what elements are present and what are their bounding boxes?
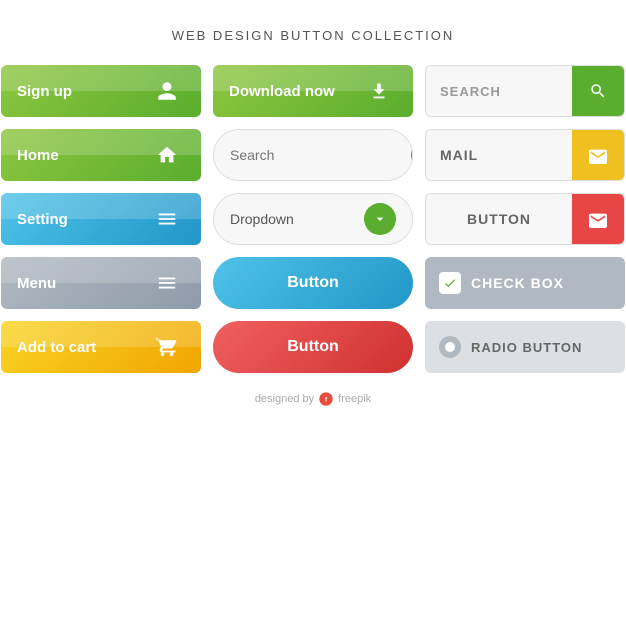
mail-label: MAIL <box>426 147 572 163</box>
setting-label: Setting <box>17 211 68 228</box>
home-button[interactable]: Home <box>1 129 201 181</box>
menu-icon <box>149 265 185 301</box>
add-to-cart-label: Add to cart <box>17 339 96 356</box>
search-icon-btn[interactable] <box>572 66 624 116</box>
footer: designed by f freepik <box>255 391 371 407</box>
home-icon <box>149 137 185 173</box>
footer-text: designed by <box>255 393 314 405</box>
menu-label: Menu <box>17 275 56 292</box>
search-button[interactable]: SEARCH <box>425 65 625 117</box>
page-title: WEB DESIGN BUTTON COLLECTION <box>172 28 455 43</box>
download-button[interactable]: Download now <box>213 65 413 117</box>
checkbox-icon <box>439 272 461 294</box>
blue-round-button[interactable]: Button <box>213 257 413 309</box>
checkbox-label: CHECK BOX <box>471 275 564 291</box>
setting-button[interactable]: Setting <box>1 193 201 245</box>
dropdown-label: Dropdown <box>230 211 364 227</box>
signup-label: Sign up <box>17 83 72 100</box>
button-red-mail[interactable]: BUTTON <box>425 193 625 245</box>
menu-button[interactable]: Menu <box>1 257 201 309</box>
search-pill[interactable] <box>213 129 413 181</box>
settings-icon <box>149 201 185 237</box>
search-input[interactable] <box>230 147 411 163</box>
button-grid: Sign up Download now SEARCH Home <box>0 65 626 373</box>
radio-inner <box>445 342 455 352</box>
freepik-icon: f <box>318 391 334 407</box>
red-round-label: Button <box>287 338 339 356</box>
home-label: Home <box>17 147 59 164</box>
red-round-button[interactable]: Button <box>213 321 413 373</box>
button-mail-icon <box>572 194 624 244</box>
user-icon <box>149 73 185 109</box>
dropdown-icon <box>364 203 396 235</box>
search-text: SEARCH <box>426 84 572 99</box>
search-circle-icon[interactable] <box>411 133 413 177</box>
download-label: Download now <box>229 83 335 100</box>
cart-icon <box>149 329 185 365</box>
dropdown-button[interactable]: Dropdown <box>213 193 413 245</box>
radio-icon <box>439 336 461 358</box>
radio-button[interactable]: RADIO BUTTON <box>425 321 625 373</box>
add-to-cart-button[interactable]: Add to cart <box>1 321 201 373</box>
checkbox-button[interactable]: CHECK BOX <box>425 257 625 309</box>
footer-brand: freepik <box>338 393 371 405</box>
blue-round-label: Button <box>287 274 339 292</box>
mail-button[interactable]: MAIL <box>425 129 625 181</box>
radio-label: RADIO BUTTON <box>471 340 582 355</box>
signup-button[interactable]: Sign up <box>1 65 201 117</box>
download-icon <box>361 73 397 109</box>
button-red-label: BUTTON <box>426 211 572 227</box>
mail-icon <box>572 130 624 180</box>
